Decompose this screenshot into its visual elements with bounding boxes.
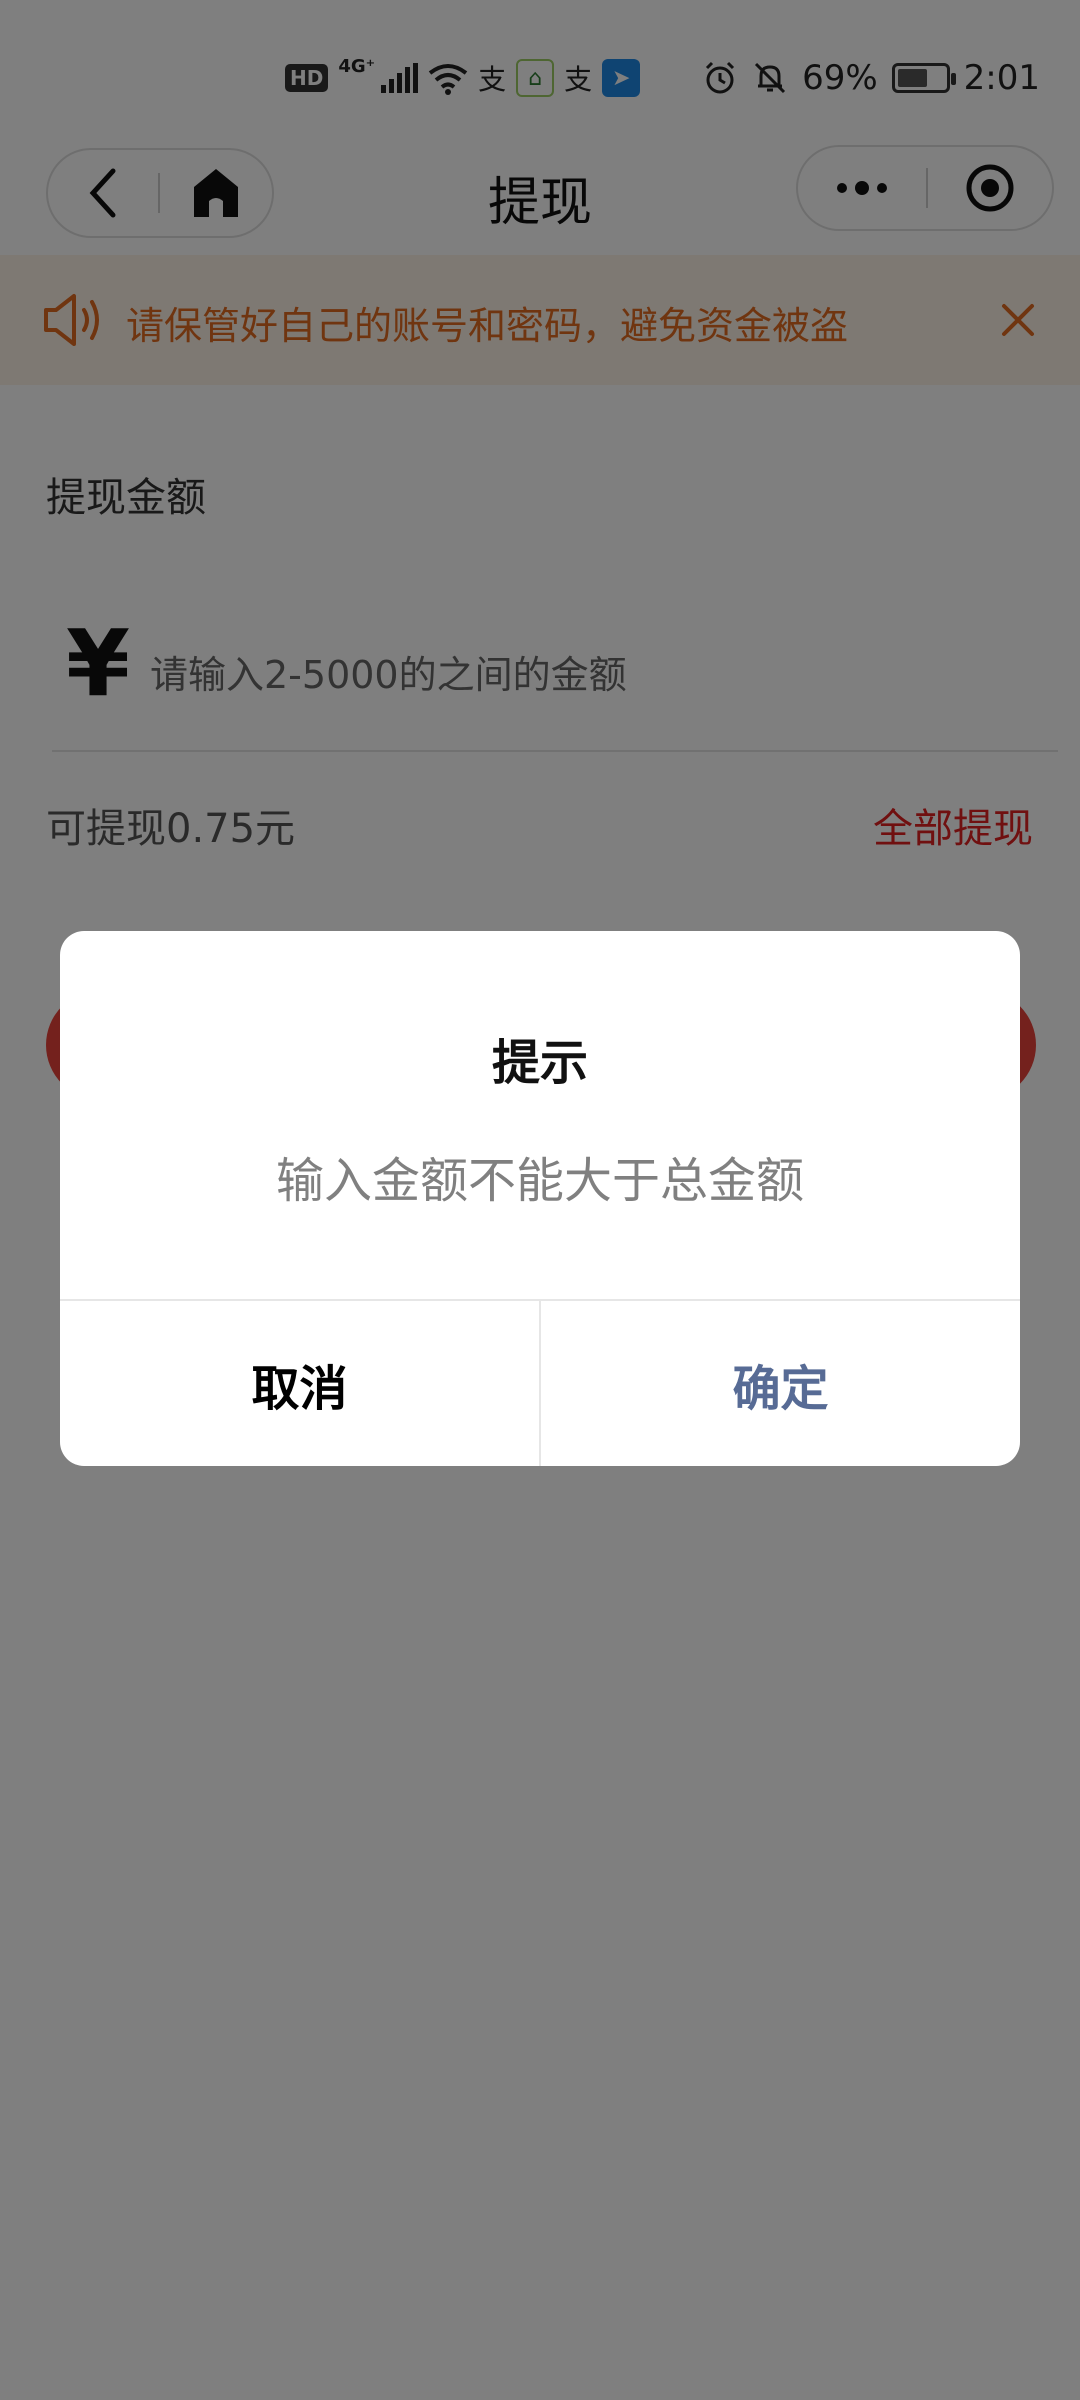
dialog-title: 提示 <box>491 1035 588 1091</box>
alert-dialog: 提示 输入金额不能大于总金额 取消 确定 <box>60 931 1020 1466</box>
cancel-button[interactable]: 取消 <box>60 1301 539 1466</box>
confirm-button[interactable]: 确定 <box>541 1301 1020 1466</box>
dialog-message: 输入金额不能大于总金额 <box>275 1153 804 1209</box>
